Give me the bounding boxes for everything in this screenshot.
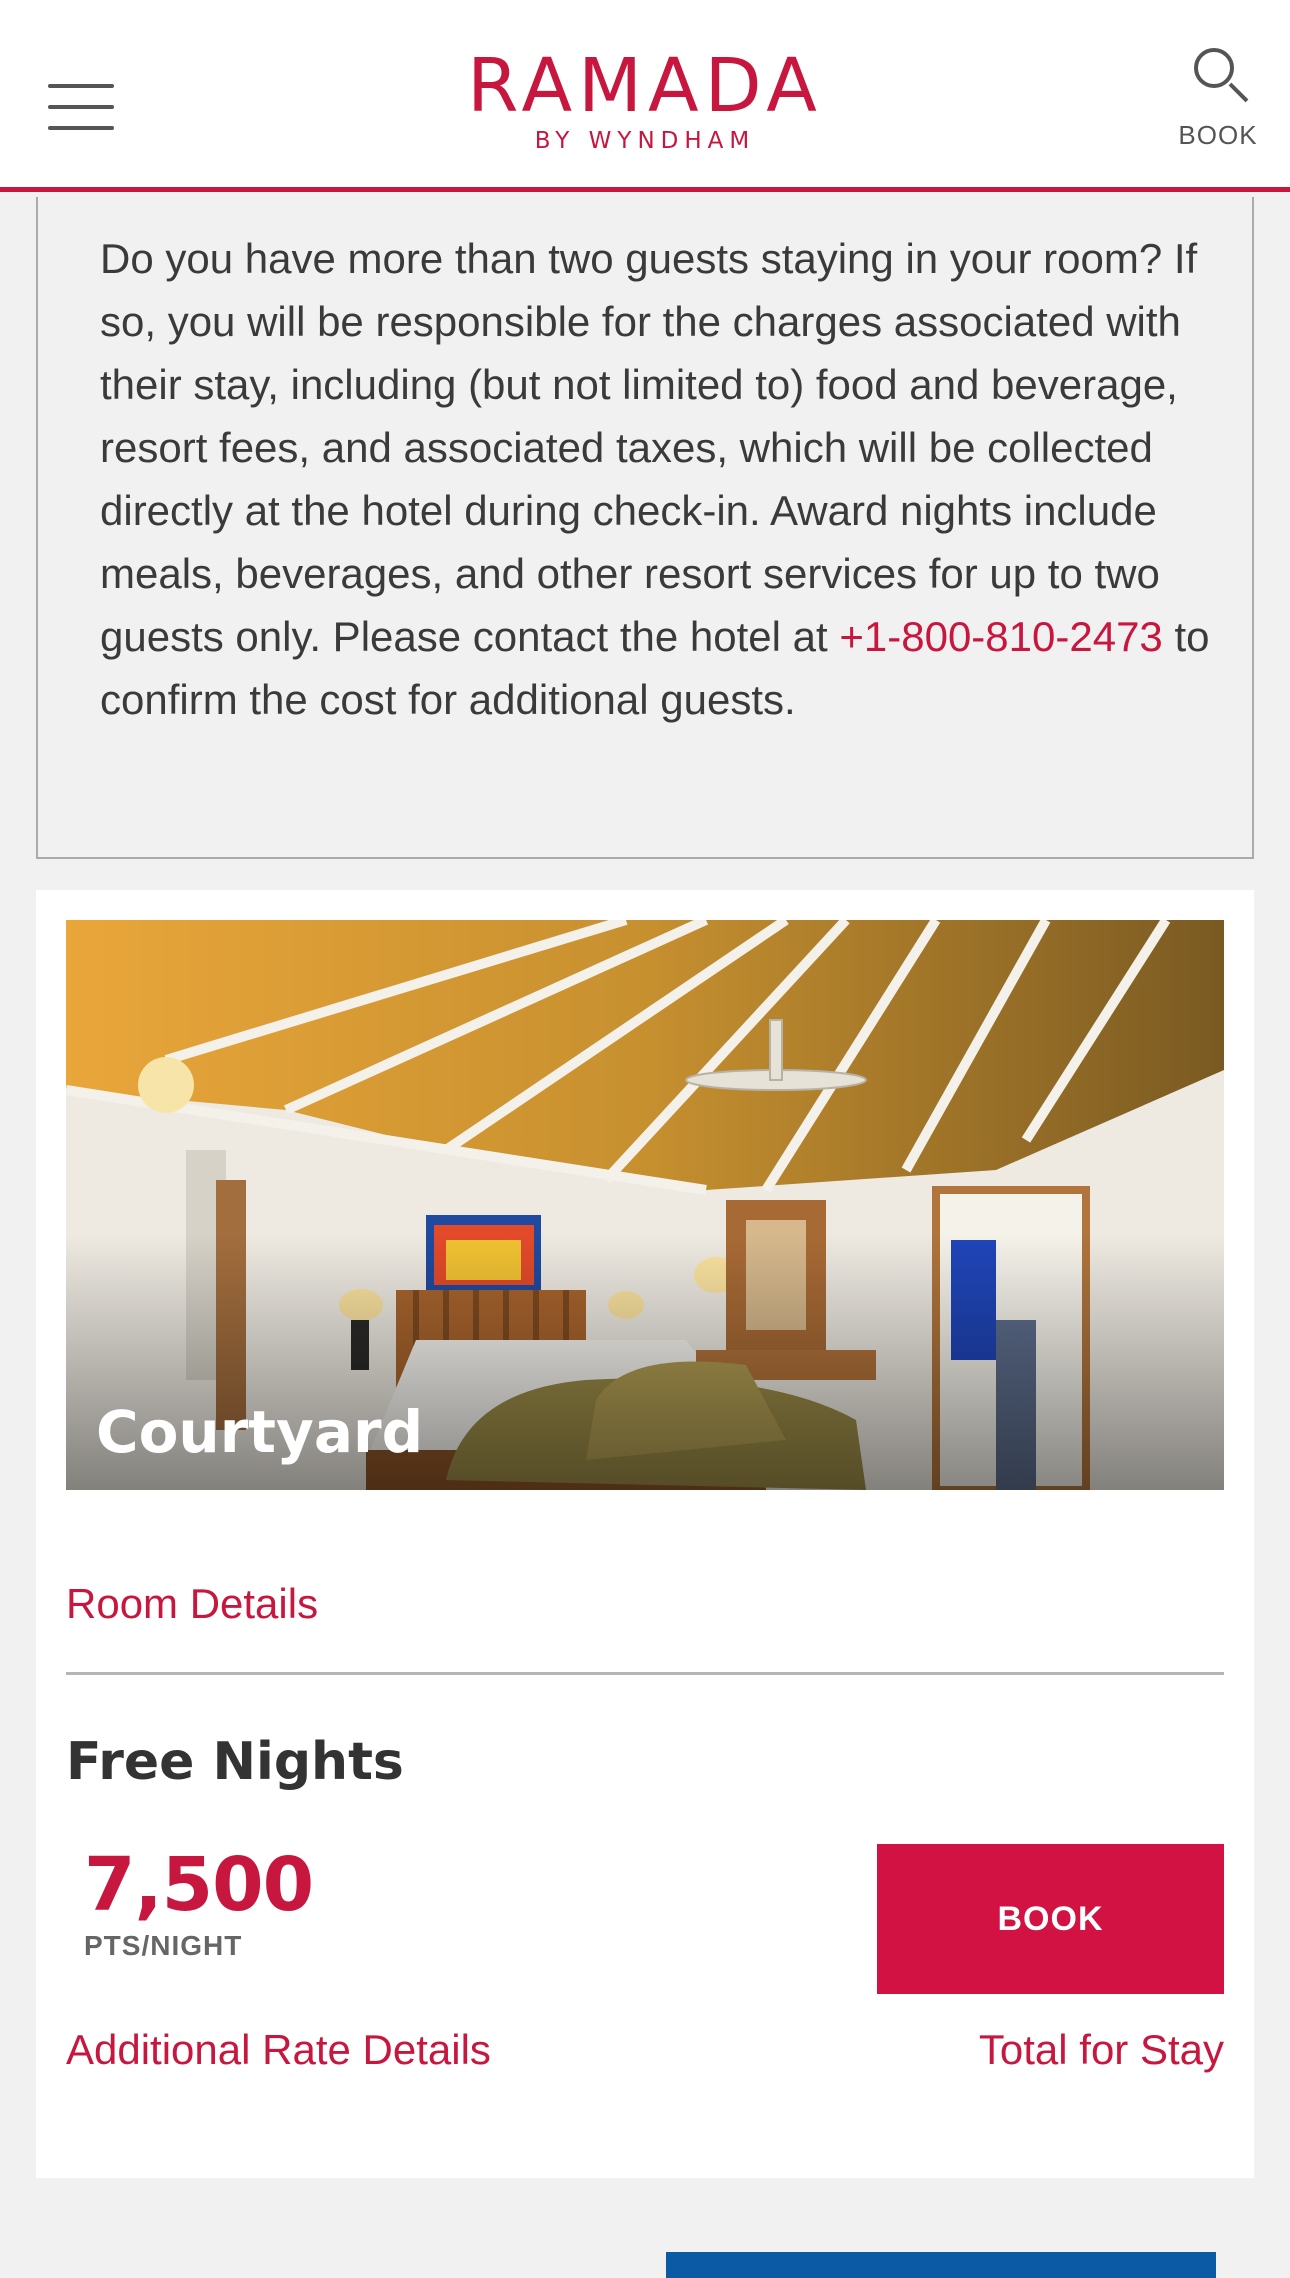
section-divider [66,1672,1224,1675]
total-for-stay-link[interactable]: Total for Stay [979,2026,1224,2074]
points-unit: PTS/NIGHT [84,1930,243,1961]
additional-rate-details-link[interactable]: Additional Rate Details [66,2026,491,2074]
hamburger-menu-icon[interactable] [48,84,114,130]
book-search-button[interactable]: BOOK [1168,44,1268,156]
notice-text-start: Do you have more than two guests staying… [100,235,1198,660]
logo-wordmark: RAMADA [467,43,823,129]
room-details-link[interactable]: Room Details [66,1580,318,1628]
site-header: RAMADA BY WYNDHAM BOOK [0,0,1290,192]
points-per-night: 7,500 [84,1842,314,1928]
book-button[interactable]: BOOK [877,1844,1224,1994]
notice-text: Do you have more than two guests staying… [100,227,1230,731]
book-label: BOOK [1178,120,1258,150]
ramada-logo[interactable]: RAMADA BY WYNDHAM [440,46,850,166]
next-card-blue-button[interactable] [666,2252,1216,2278]
logo-tagline: BY WYNDHAM [534,128,756,154]
room-card: Courtyard Room Details Free Nights 7,500… [36,890,1254,2178]
hotel-phone-link[interactable]: +1-800-810-2473 [839,613,1162,660]
additional-guests-notice: Do you have more than two guests staying… [36,197,1254,859]
search-icon [1188,44,1249,106]
rate-title: Free Nights [66,1732,404,1792]
room-photo[interactable]: Courtyard [66,920,1224,1490]
room-name: Courtyard [96,1398,424,1466]
